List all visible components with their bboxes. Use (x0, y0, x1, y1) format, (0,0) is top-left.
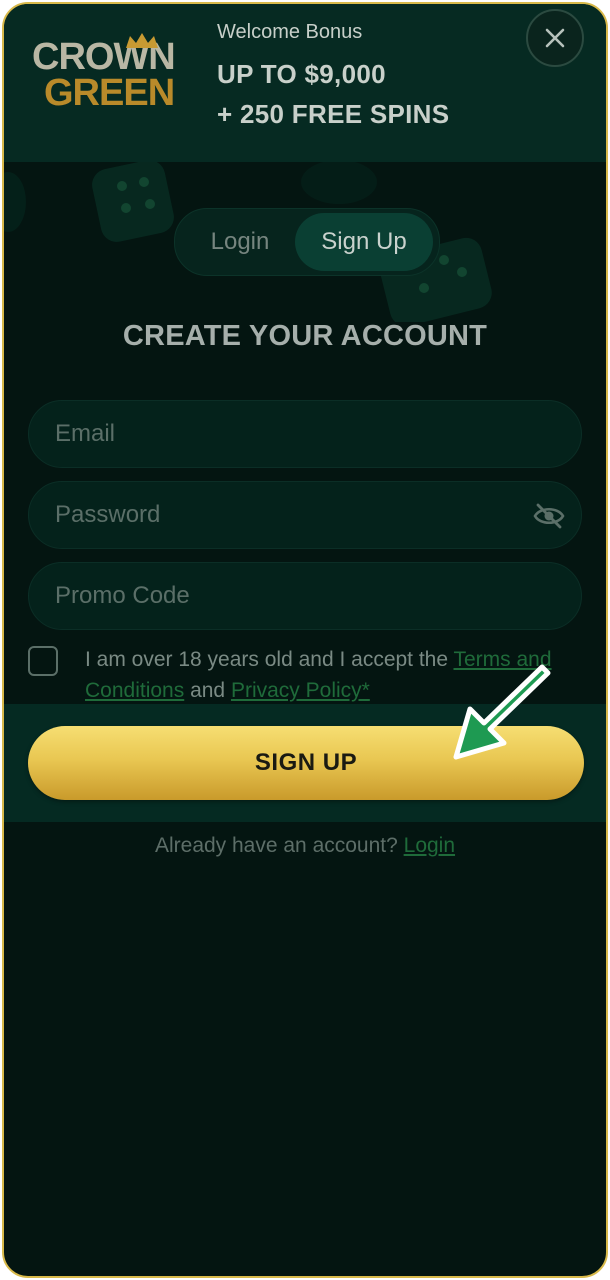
promo-code-field-wrapper (28, 562, 582, 630)
login-prompt: Already have an account? Login (4, 834, 606, 858)
login-prompt-text: Already have an account? (154, 834, 404, 857)
crown-green-logo: CROWN GREEN (32, 33, 192, 114)
crown-icon (126, 33, 158, 48)
terms-and: and (184, 679, 231, 702)
password-field-wrapper (28, 481, 582, 549)
signup-modal: CROWN GREEN Welcome Bonus UP TO $9,000 +… (2, 2, 608, 1278)
header: CROWN GREEN Welcome Bonus UP TO $9,000 +… (4, 4, 606, 162)
bonus-spins: + 250 FREE SPINS (217, 99, 450, 129)
page-title: CREATE YOUR ACCOUNT (122, 320, 488, 352)
bonus-amount: UP TO $9,000 (217, 59, 386, 89)
terms-prefix: I am over 18 years old and I accept the (85, 648, 454, 671)
promo-code-input[interactable] (29, 563, 581, 629)
privacy-policy-link[interactable]: Privacy Policy* (231, 679, 370, 702)
eye-slash-icon[interactable] (533, 502, 565, 530)
password-input[interactable] (29, 482, 581, 548)
close-button[interactable] (526, 9, 584, 67)
email-field-wrapper (28, 400, 582, 468)
login-link[interactable]: Login (404, 834, 455, 857)
auth-tabs: Login Sign Up (174, 208, 440, 276)
bonus-label: Welcome Bonus (217, 21, 363, 43)
tab-signup[interactable]: Sign Up (295, 213, 433, 271)
logo-line2: GREEN (44, 72, 175, 114)
close-icon (545, 28, 565, 48)
tab-login[interactable]: Login (181, 213, 299, 271)
pointer-arrow-icon (453, 664, 551, 760)
age-terms-checkbox[interactable] (28, 646, 58, 676)
email-input[interactable] (29, 401, 581, 467)
